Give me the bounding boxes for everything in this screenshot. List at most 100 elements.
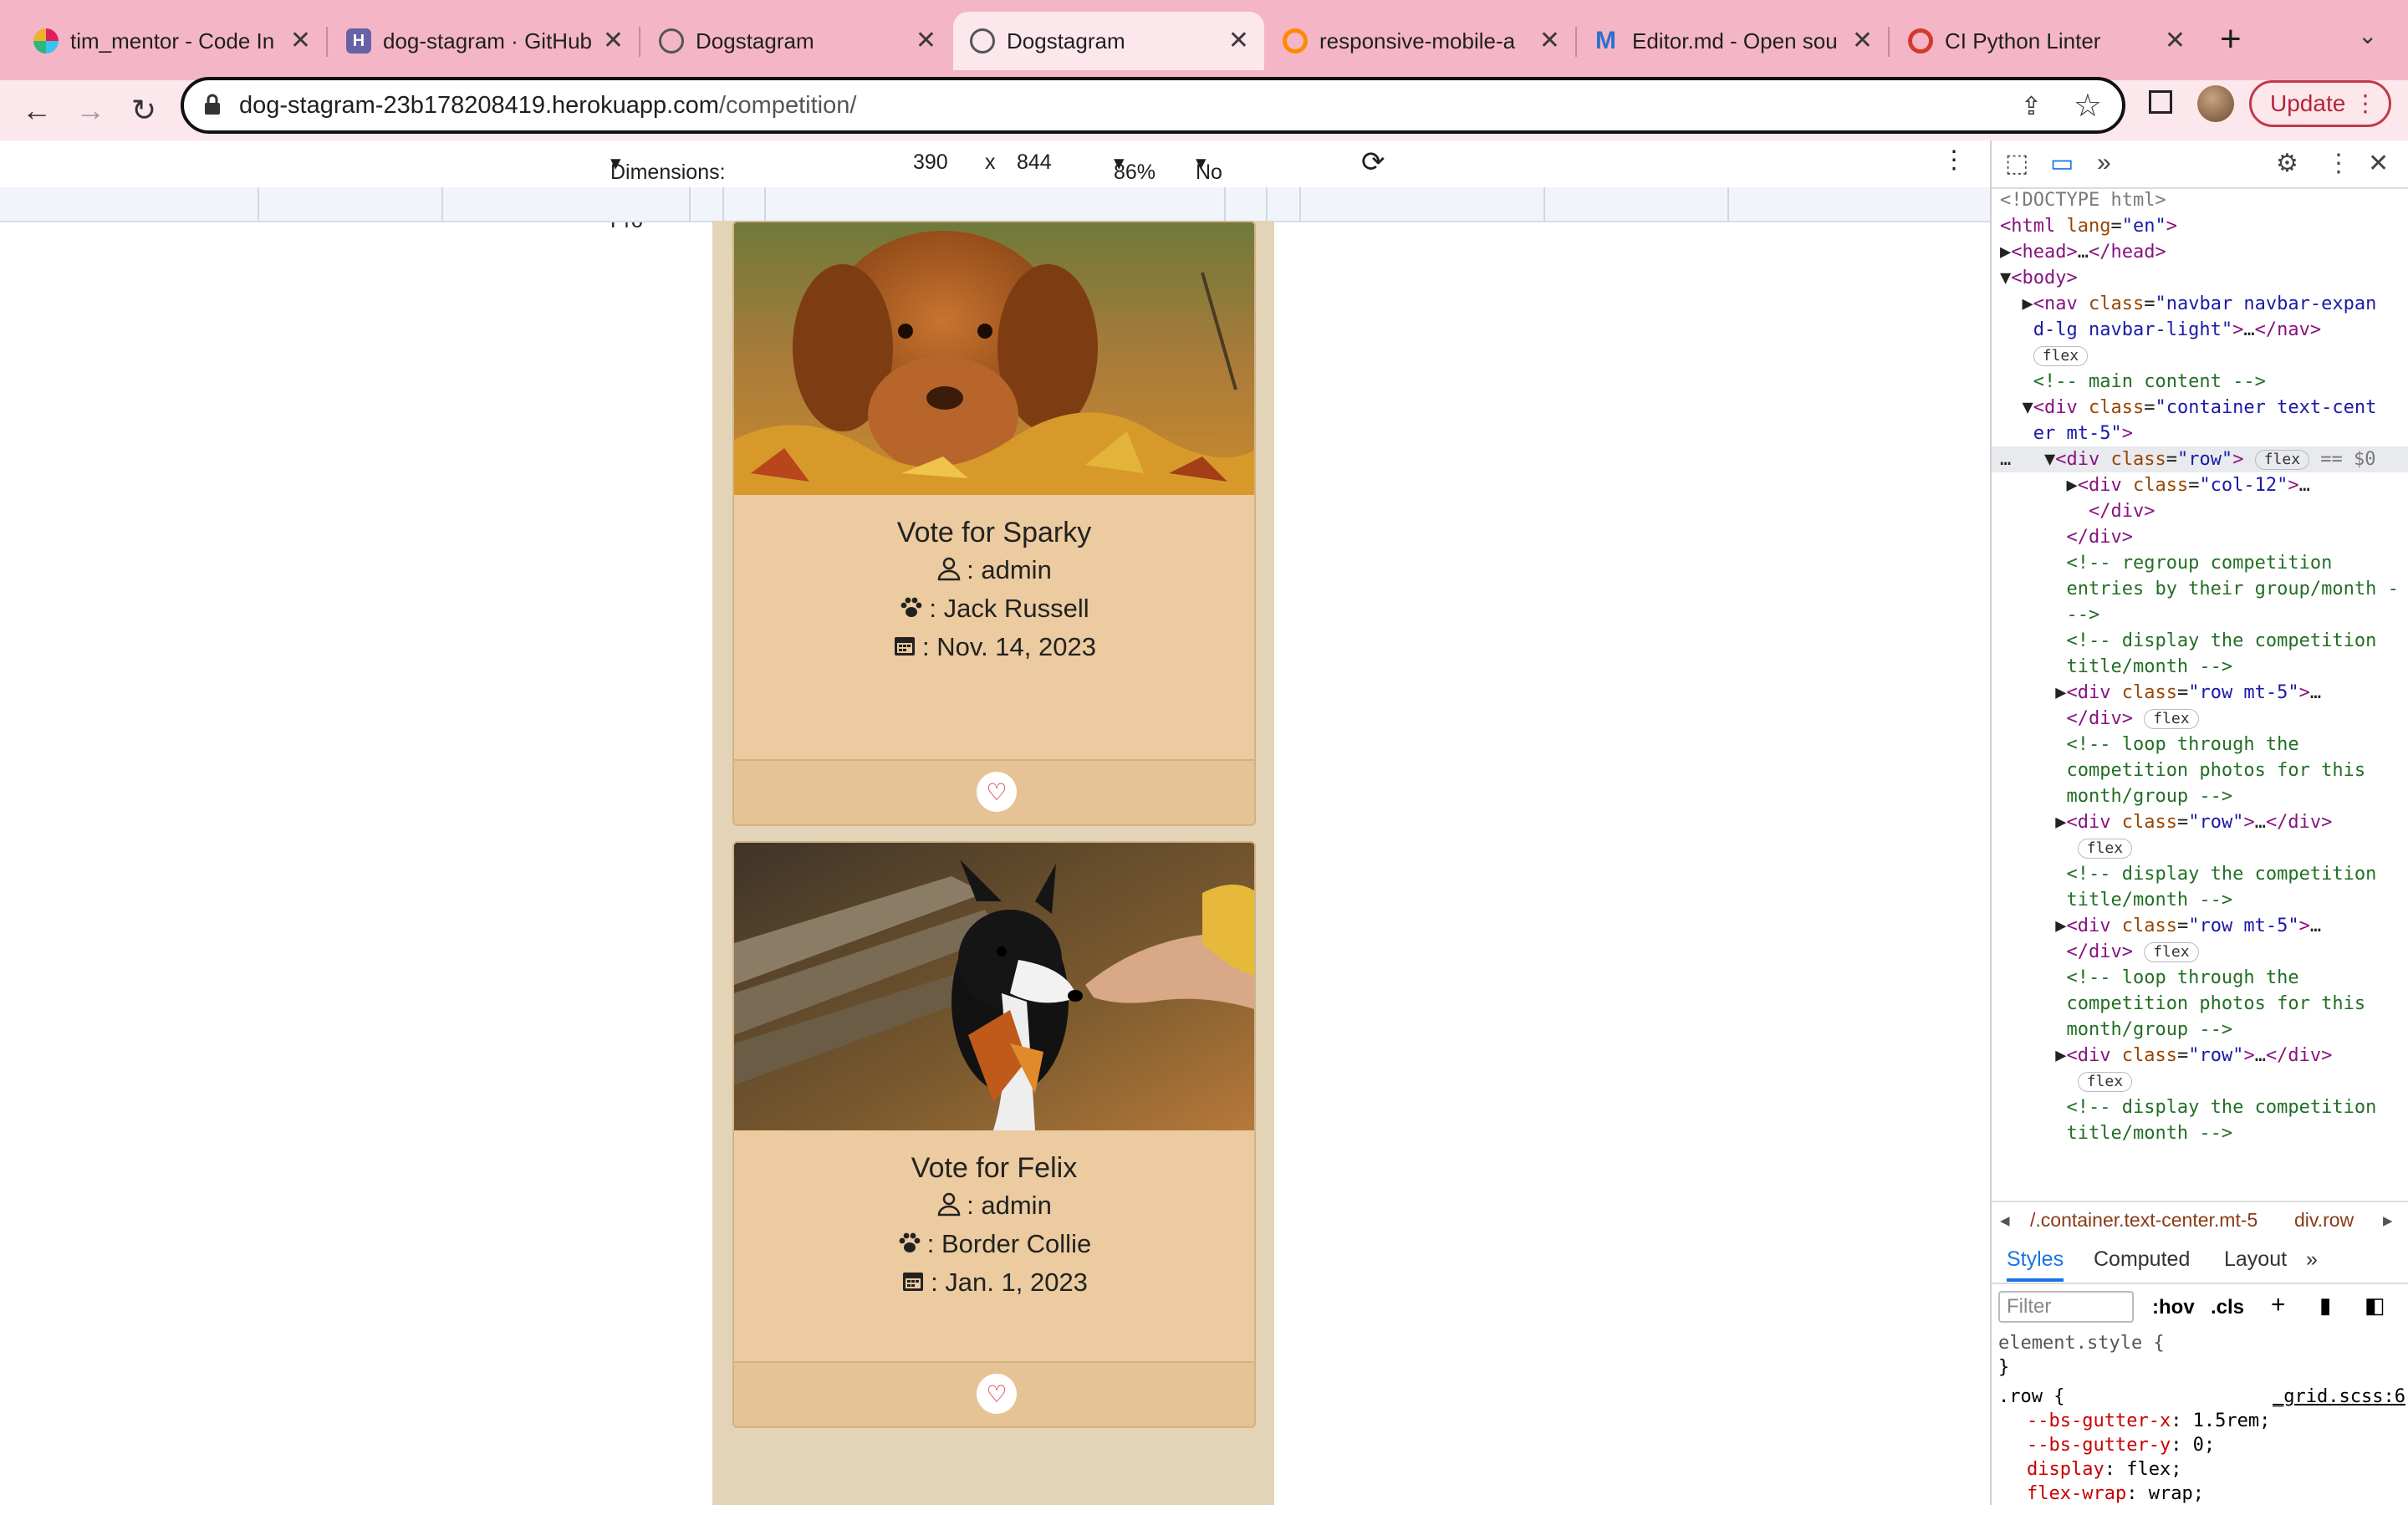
chevron-down-icon[interactable]: ⌄ [2358, 22, 2377, 49]
browser-tab[interactable]: Dogstagram ✕ [642, 12, 951, 70]
device-select[interactable]: Dimensions: iPhone 12 Pro ▾ [610, 150, 726, 232]
cls-toggle[interactable]: .cls [2211, 1296, 2244, 1319]
rotate-icon[interactable]: ⟳ [1361, 145, 1385, 179]
hov-toggle[interactable]: :hov [2152, 1296, 2195, 1319]
dom-tree-line[interactable]: <!-- loop through the [1992, 732, 2298, 758]
dom-tree-line[interactable]: title/month --> [1992, 887, 2232, 913]
close-icon[interactable]: ✕ [1852, 27, 1873, 55]
browser-tab[interactable]: H dog-stagram · GitHub ✕ [329, 12, 640, 70]
zoom-select[interactable]: 86% ▾ [1114, 150, 1156, 184]
more-panels-icon[interactable]: » [2097, 149, 2111, 177]
share-icon[interactable]: ⇪ [2021, 92, 2042, 121]
side-panel-icon[interactable] [2149, 90, 2172, 114]
media-query-ruler[interactable] [0, 187, 1990, 222]
dom-tree-line[interactable]: ▶<div class="row mt-5">… [1992, 1146, 2321, 1150]
dom-tree-line[interactable]: --> [1992, 602, 2099, 628]
dom-tree-line[interactable]: ▶<div class="col-12">… [1992, 472, 2309, 498]
dom-tree-line[interactable]: </div> flex [1992, 939, 2199, 965]
sidebar-toggle-icon[interactable]: ◧ [2365, 1293, 2385, 1319]
dom-tree-line[interactable]: ▶<div class="row mt-5">… [1992, 680, 2321, 706]
crumb-row[interactable]: div.row [2294, 1209, 2354, 1232]
dom-tree-line[interactable]: competition photos for this [1992, 758, 2365, 783]
filter-input[interactable]: Filter [1998, 1291, 2134, 1323]
dom-tree-line[interactable]: title/month --> [1992, 654, 2232, 680]
close-icon[interactable]: ✕ [290, 27, 311, 55]
device-toggle-icon[interactable]: ▭ [2050, 149, 2074, 178]
css-property[interactable]: --bs-gutter-y: 0; [2027, 1433, 2215, 1457]
dom-tree-line[interactable]: ▶<div class="row mt-5">… [1992, 913, 2321, 939]
css-property[interactable]: display: flex; [2027, 1457, 2181, 1482]
dom-tree-line[interactable]: flex [1992, 343, 2089, 369]
devtools-menu-icon[interactable]: ⋮ [2326, 149, 2351, 178]
tab-computed[interactable]: Computed [2094, 1247, 2190, 1272]
dom-tree-line[interactable]: entries by their group/month - [1992, 576, 2398, 602]
dom-tree-line[interactable]: <!-- main content --> [1992, 369, 2266, 395]
close-icon[interactable]: ✕ [1539, 27, 1560, 55]
dom-tree-line[interactable]: </div> [1992, 498, 2155, 524]
vote-heart-button[interactable]: ♡ [977, 1374, 1017, 1414]
dom-tree-line[interactable]: er mt-5"> [1992, 421, 2133, 446]
dom-tree-line[interactable]: flex [1992, 835, 2133, 861]
address-bar[interactable]: dog-stagram-23b178208419.herokuapp.com/c… [181, 77, 2125, 134]
dom-tree-line[interactable]: ▼<div class="container text-cent [1992, 395, 2376, 421]
crumb-left-icon[interactable]: ◂ [2000, 1209, 2010, 1232]
browser-tab[interactable]: M Editor.md - Open sou ✕ [1579, 12, 1890, 70]
css-property[interactable]: flex-wrap: wrap; [2027, 1482, 2204, 1506]
crumb-right-icon[interactable]: ▸ [2383, 1209, 2393, 1232]
elements-tree[interactable]: <!DOCTYPE html> <html lang="en"> ▶<head>…<… [1992, 187, 2408, 1150]
tab-styles[interactable]: Styles [2007, 1247, 2064, 1282]
dom-tree-line[interactable]: <!-- regroup competition [1992, 550, 2332, 576]
tab-layout[interactable]: Layout [2224, 1247, 2287, 1272]
settings-gear-icon[interactable]: ⚙ [2276, 149, 2298, 178]
dom-tree-line[interactable]: ▶<nav class="navbar navbar-expan [1992, 291, 2376, 317]
dom-tree-line[interactable]: ▶<head>…</head> [1992, 239, 2166, 265]
dom-tree-line[interactable]: … ▼<div class="row"> flex == $0 [1992, 446, 2408, 472]
crumb-container[interactable]: /.container.text-center.mt-5 [2030, 1209, 2258, 1232]
close-icon[interactable]: ✕ [2165, 27, 2186, 55]
dom-tree-line[interactable]: competition photos for this [1992, 991, 2365, 1017]
browser-tab-active[interactable]: Dogstagram ✕ [953, 12, 1264, 70]
vote-heart-button[interactable]: ♡ [977, 772, 1017, 812]
rule-source-link[interactable]: _grid.scss:6 [2273, 1385, 2405, 1409]
dom-tree-line[interactable]: ▶<div class="row">…</div> [1992, 809, 2332, 835]
dom-tree-line[interactable]: <!DOCTYPE html> [1992, 187, 2166, 213]
more-tabs-icon[interactable]: » [2306, 1247, 2318, 1272]
dom-tree-line[interactable]: month/group --> [1992, 783, 2232, 809]
new-tab-icon[interactable]: + [2220, 18, 2242, 60]
close-icon[interactable]: ✕ [916, 27, 936, 55]
add-rule-icon[interactable]: + [2271, 1291, 2286, 1319]
dom-tree-line[interactable]: title/month --> [1992, 1120, 2232, 1146]
dom-tree-line[interactable]: <!-- loop through the [1992, 965, 2298, 991]
bookmark-star-icon[interactable]: ☆ [2074, 87, 2102, 125]
browser-tab[interactable]: CI Python Linter ✕ [1891, 12, 2201, 70]
browser-tab[interactable]: tim_mentor - Code In ✕ [17, 12, 328, 70]
dom-tree-line[interactable]: flex [1992, 1069, 2133, 1094]
height-input[interactable]: 844 [1017, 150, 1052, 175]
forward-icon[interactable]: → [69, 89, 112, 132]
device-options-icon[interactable]: ⋮ [1941, 145, 1967, 175]
close-icon[interactable]: ✕ [603, 27, 624, 55]
css-property[interactable]: --bs-gutter-x: 1.5rem; [2027, 1409, 2270, 1433]
dom-tree-line[interactable]: ▼<body> [1992, 265, 2078, 291]
dom-tree-line[interactable]: d-lg navbar-light">…</nav> [1992, 317, 2321, 343]
dom-tree-line[interactable]: </div> [1992, 524, 2132, 550]
throttling-select[interactable]: No throttling ▾ [1196, 150, 1276, 208]
profile-avatar[interactable] [2197, 85, 2234, 122]
inspect-icon[interactable]: ⬚ [2005, 149, 2028, 178]
dom-tree-line[interactable]: <!-- display the competition [1992, 1094, 2376, 1120]
dom-tree-line[interactable]: <html lang="en"> [1992, 213, 2177, 239]
dom-tree-line[interactable]: ▶<div class="row">…</div> [1992, 1043, 2332, 1069]
close-icon[interactable]: ✕ [1228, 27, 1249, 55]
close-devtools-icon[interactable]: ✕ [2368, 149, 2389, 178]
dom-tree-line[interactable]: </div> flex [1992, 706, 2199, 732]
back-icon[interactable]: ← [15, 89, 59, 132]
paint-icon[interactable]: ▮ [2319, 1293, 2331, 1319]
update-button[interactable]: Update ⋮ [2249, 80, 2391, 127]
kebab-menu-icon[interactable]: ⋮ [2354, 83, 2377, 125]
browser-tab[interactable]: responsive-mobile-a ✕ [1266, 12, 1577, 70]
reload-icon[interactable]: ↻ [122, 89, 166, 132]
dom-tree-line[interactable]: month/group --> [1992, 1017, 2232, 1043]
dom-tree-line[interactable]: <!-- display the competition [1992, 861, 2376, 887]
dom-tree-line[interactable]: <!-- display the competition [1992, 628, 2376, 654]
width-input[interactable]: 390 [913, 150, 948, 175]
